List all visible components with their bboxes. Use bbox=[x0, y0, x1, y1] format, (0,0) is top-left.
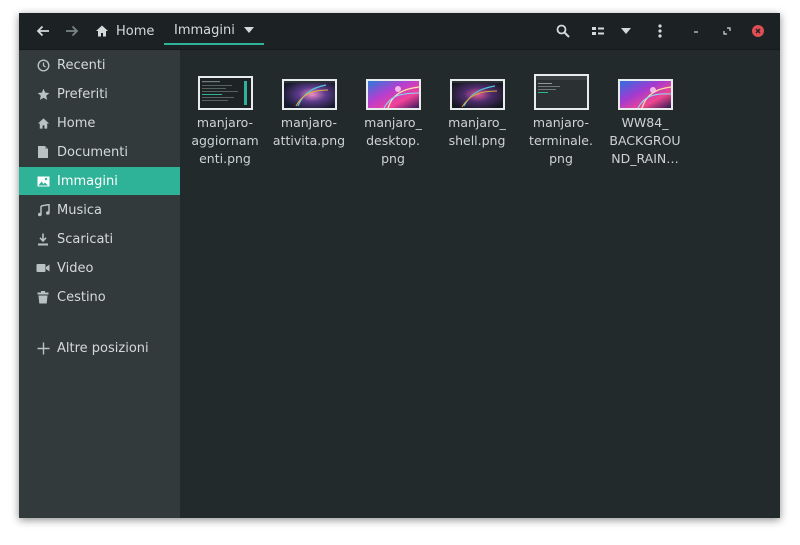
header-bar: Home Immagini bbox=[19, 13, 780, 50]
file-name: manjaro- attivita.png bbox=[272, 115, 346, 148]
breadcrumb-current[interactable]: Immagini bbox=[164, 17, 264, 45]
forward-button[interactable] bbox=[61, 17, 83, 45]
file-view: manjaro- aggiornam enti.png manjaro- att… bbox=[180, 50, 780, 518]
breadcrumb-home[interactable]: Home bbox=[95, 17, 154, 45]
clock-icon bbox=[36, 58, 50, 72]
file-name: manjaro_ desktop. png bbox=[364, 115, 422, 166]
file-name: WW84_ BACKGROU ND_RAIN… bbox=[609, 115, 681, 166]
arrow-right-icon bbox=[66, 25, 79, 37]
sidebar-item-label: Home bbox=[57, 115, 96, 131]
sidebar-item-other-locations[interactable]: Altre posizioni bbox=[19, 334, 180, 362]
sidebar: Recenti Preferiti Home Documenti Immagin… bbox=[19, 50, 180, 518]
maximize-button[interactable] bbox=[718, 17, 736, 45]
file-name: manjaro- terminale. png bbox=[529, 115, 593, 166]
document-icon bbox=[38, 146, 48, 158]
file-item[interactable]: manjaro_ shell.png bbox=[437, 72, 517, 150]
sidebar-item-label: Cestino bbox=[57, 289, 106, 305]
file-name: manjaro_ shell.png bbox=[448, 115, 506, 148]
sidebar-item-label: Preferiti bbox=[57, 86, 108, 102]
plus-icon bbox=[37, 342, 49, 354]
file-item[interactable]: manjaro- attivita.png bbox=[269, 72, 349, 150]
sidebar-separator bbox=[19, 322, 180, 323]
file-thumbnail bbox=[449, 79, 505, 110]
view-mode-button[interactable] bbox=[587, 17, 609, 45]
file-thumbnail bbox=[365, 79, 421, 110]
file-item[interactable]: manjaro- aggiornam enti.png bbox=[185, 72, 265, 168]
close-icon bbox=[752, 25, 764, 37]
kebab-menu-icon bbox=[658, 24, 662, 38]
breadcrumb-home-label: Home bbox=[116, 23, 155, 39]
arrow-left-icon bbox=[36, 25, 49, 37]
breadcrumb-current-label: Immagini bbox=[174, 22, 235, 38]
sidebar-item-documenti[interactable]: Documenti bbox=[19, 138, 180, 166]
file-thumbnail bbox=[281, 79, 337, 110]
menu-button[interactable] bbox=[649, 17, 671, 45]
sidebar-item-label: Scaricati bbox=[57, 231, 114, 247]
sidebar-item-preferiti[interactable]: Preferiti bbox=[19, 80, 180, 108]
view-options-button[interactable] bbox=[615, 17, 637, 45]
sidebar-item-label: Altre posizioni bbox=[57, 340, 149, 356]
file-thumbnail bbox=[533, 74, 589, 110]
image-icon bbox=[37, 176, 49, 186]
sidebar-item-immagini[interactable]: Immagini bbox=[19, 167, 180, 195]
back-button[interactable] bbox=[32, 17, 54, 45]
trash-icon bbox=[37, 290, 49, 303]
sidebar-item-label: Musica bbox=[57, 202, 102, 218]
file-thumbnail bbox=[617, 79, 673, 110]
download-icon bbox=[38, 233, 48, 245]
home-icon bbox=[37, 117, 49, 129]
chevron-down-icon bbox=[621, 28, 631, 34]
sidebar-item-home[interactable]: Home bbox=[19, 109, 180, 137]
sidebar-item-scaricati[interactable]: Scaricati bbox=[19, 225, 180, 253]
close-button[interactable] bbox=[749, 17, 767, 45]
star-icon bbox=[37, 88, 49, 100]
home-icon bbox=[96, 25, 108, 37]
file-item[interactable]: manjaro_ desktop. png bbox=[353, 72, 433, 168]
sidebar-item-label: Recenti bbox=[57, 57, 106, 73]
chevron-down-icon bbox=[243, 27, 254, 33]
sidebar-item-musica[interactable]: Musica bbox=[19, 196, 180, 224]
search-button[interactable] bbox=[552, 17, 574, 45]
file-item[interactable]: WW84_ BACKGROU ND_RAIN… bbox=[605, 72, 685, 168]
music-icon bbox=[37, 203, 50, 216]
sidebar-item-recenti[interactable]: Recenti bbox=[19, 51, 180, 79]
minimize-icon bbox=[694, 31, 698, 33]
file-item[interactable]: manjaro- terminale. png bbox=[521, 72, 601, 168]
sidebar-item-cestino[interactable]: Cestino bbox=[19, 283, 180, 311]
minimize-button[interactable] bbox=[687, 17, 705, 45]
maximize-icon bbox=[723, 27, 731, 35]
sidebar-item-label: Video bbox=[57, 260, 94, 276]
search-icon bbox=[556, 24, 570, 38]
list-view-icon bbox=[592, 27, 604, 35]
sidebar-item-label: Immagini bbox=[57, 173, 118, 189]
video-icon bbox=[36, 264, 50, 272]
sidebar-item-video[interactable]: Video bbox=[19, 254, 180, 282]
file-name: manjaro- aggiornam enti.png bbox=[191, 115, 259, 166]
file-manager-window: Home Immagini Recenti Preferiti Home Doc… bbox=[19, 13, 780, 518]
file-thumbnail bbox=[197, 76, 253, 110]
sidebar-item-label: Documenti bbox=[57, 144, 128, 160]
